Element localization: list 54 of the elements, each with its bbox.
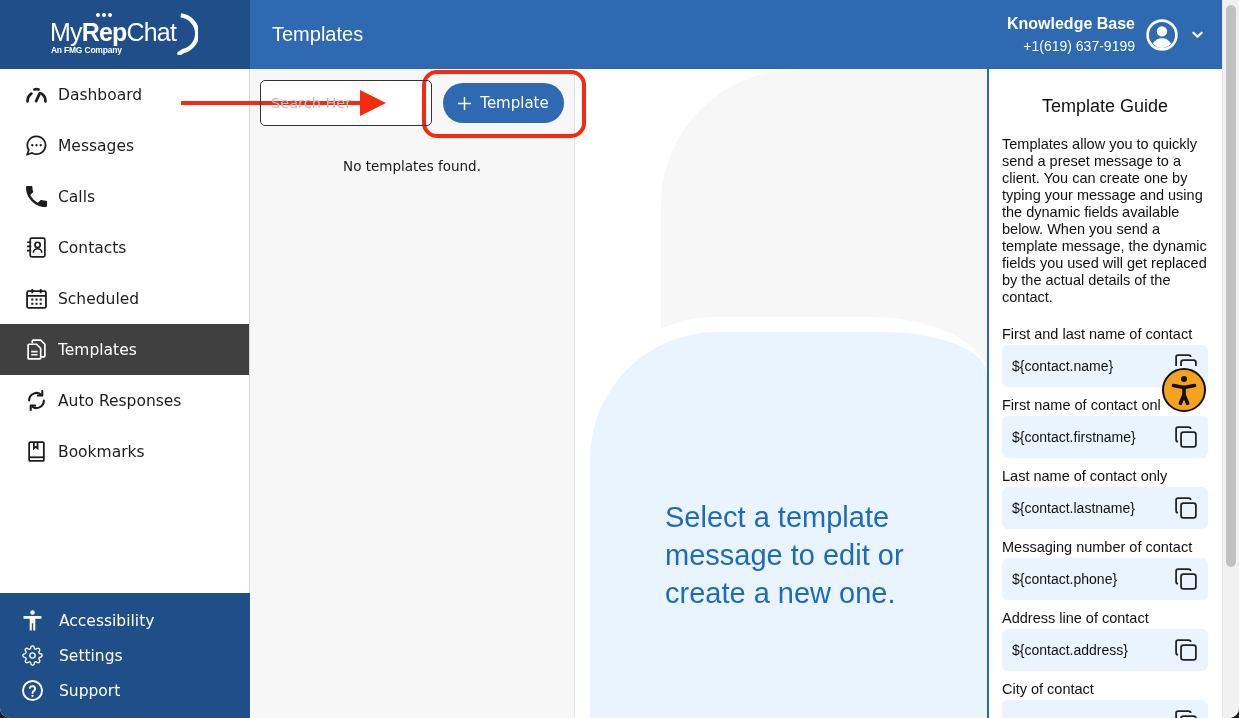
field-code: ${contact.firstname} bbox=[1012, 429, 1136, 445]
field-code: ${contact.lastname} bbox=[1012, 500, 1135, 516]
footer-item[interactable]: Settings bbox=[0, 638, 250, 673]
chat-arc-icon bbox=[177, 13, 199, 55]
dots-icon bbox=[95, 13, 112, 17]
account-name: Knowledge Base bbox=[1006, 14, 1135, 33]
nav-item[interactable]: Scheduled bbox=[0, 273, 249, 324]
settings-icon bbox=[22, 645, 43, 666]
nav-item[interactable]: Auto Responses bbox=[0, 375, 249, 426]
nav-item[interactable]: Calls bbox=[0, 171, 249, 222]
nav-item[interactable]: Messages bbox=[0, 120, 249, 171]
scrollbar-thumb[interactable] bbox=[1226, 5, 1236, 567]
empty-message: No templates found. bbox=[342, 158, 482, 175]
field-label: City of contact bbox=[1002, 681, 1095, 698]
chat-bubble-icon bbox=[26, 135, 47, 156]
nav-item[interactable]: Bookmarks bbox=[0, 426, 249, 477]
prompt-text: Select a template message to edit or create a new one. bbox=[665, 500, 905, 611]
guide-title: Template Guide bbox=[1040, 95, 1170, 117]
chevron-down-icon[interactable] bbox=[1192, 30, 1203, 39]
field-label: Messaging number of contact bbox=[1002, 539, 1194, 556]
copy-icon[interactable] bbox=[1175, 568, 1197, 590]
footer-item[interactable]: Support bbox=[0, 673, 250, 708]
guide-intro: Templates allow you to quickly send a preset message to a client. You can create one by typing your message and using the dynamic fields available below. When you send a template message, the dynamic fields you used will get replaced by the actual details of the contact. bbox=[1002, 136, 1208, 306]
field-label: First and last name of contact bbox=[1002, 326, 1194, 343]
field-code: ${contact.phone} bbox=[1012, 571, 1118, 587]
nav-item[interactable]: Contacts bbox=[0, 222, 249, 273]
logo-wordmark: MyRepChat bbox=[49, 20, 177, 45]
calendar-icon bbox=[26, 288, 47, 309]
copy-icon[interactable] bbox=[1175, 426, 1197, 448]
page-title: Templates bbox=[272, 23, 364, 46]
book-icon bbox=[26, 441, 47, 462]
field-label: Address line of contact bbox=[1002, 610, 1150, 627]
nav-item[interactable]: Templates bbox=[0, 324, 249, 375]
plus-icon bbox=[458, 96, 472, 110]
refresh-icon bbox=[26, 390, 47, 411]
logo-tagline: An FMG Company bbox=[50, 45, 122, 56]
help-icon bbox=[22, 680, 43, 701]
field-label: First name of contact onl bbox=[1002, 397, 1162, 414]
accessibility-icon bbox=[22, 610, 43, 631]
copy-icon[interactable] bbox=[1175, 354, 1197, 366]
field-code: ${contact.name} bbox=[1012, 358, 1114, 374]
avatar-icon[interactable] bbox=[1146, 18, 1178, 51]
documents-icon bbox=[26, 339, 47, 360]
copy-icon[interactable] bbox=[1175, 497, 1197, 519]
nav-item[interactable]: Dashboard bbox=[0, 69, 249, 120]
accessibility-icon bbox=[1171, 375, 1197, 405]
field-code: ${contact.address} bbox=[1012, 642, 1128, 658]
footer-item[interactable]: Accessibility bbox=[0, 603, 250, 638]
contact-book-icon bbox=[26, 237, 47, 258]
account-phone: +1(619) 637-9199 bbox=[1023, 37, 1135, 55]
phone-icon bbox=[26, 186, 47, 207]
field-label: Last name of contact only bbox=[1002, 468, 1169, 485]
copy-icon[interactable] bbox=[1175, 639, 1197, 661]
add-template-button[interactable]: Template bbox=[443, 83, 564, 123]
